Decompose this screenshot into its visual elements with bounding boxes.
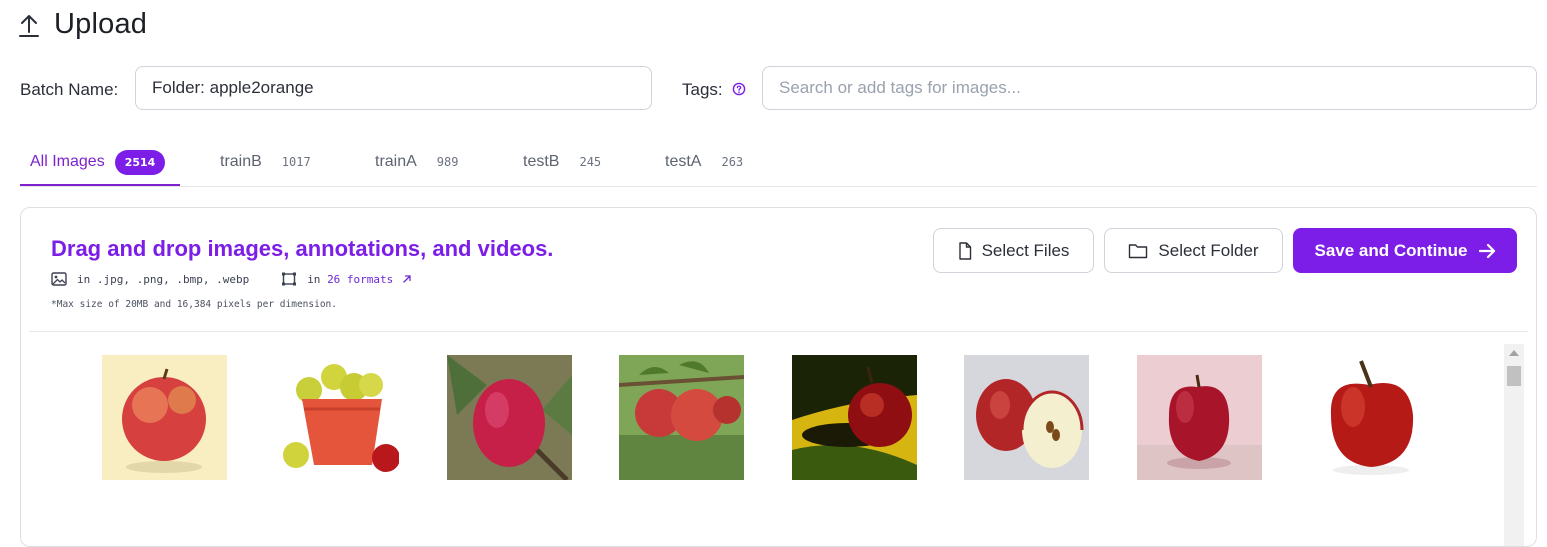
dropzone-panel[interactable]: Drag and drop images, annotations, and v… [20,207,1537,547]
max-size-note: *Max size of 20MB and 16,384 pixels per … [51,299,337,310]
thumbnail-apple-with-half[interactable] [964,355,1089,480]
select-files-label: Select Files [981,240,1070,260]
annotation-formats-prefix: in [307,272,321,286]
thumbnail-scrollbar[interactable] [1504,344,1524,546]
folder-tabs: All Images 2514 trainB 1017 trainA 989 t… [20,138,1537,187]
page-title: Upload [54,8,148,40]
file-icon [958,241,971,260]
annotation-formats-link[interactable]: 26 formats [327,273,393,286]
thumbnail-apple-on-yellow[interactable] [792,355,917,480]
tab-label: testB [523,153,560,170]
scrollbar-thumb[interactable] [1507,366,1521,386]
tab-testa[interactable]: testA 263 [665,138,743,186]
thumbnail-apple-on-cream[interactable] [102,355,227,480]
save-and-continue-button[interactable]: Save and Continue [1293,228,1517,273]
batch-name-label: Batch Name: [20,80,119,99]
image-icon [51,272,67,286]
active-tab-indicator [20,184,180,186]
tab-label: trainA [375,153,417,170]
tab-label: testA [665,153,702,170]
tab-all-images[interactable]: All Images 2514 [30,138,166,186]
tab-trainb[interactable]: trainB 1017 [220,138,311,186]
thumbnail-apple-on-branch[interactable] [447,355,572,480]
bounding-box-icon [282,272,297,286]
tab-count: 263 [721,155,744,169]
panel-divider [29,331,1528,332]
thumbnail-apple-on-pink[interactable] [1137,355,1262,480]
scroll-up-arrow[interactable] [1509,350,1519,356]
help-circle-icon[interactable] [732,82,746,96]
external-link-icon[interactable] [401,273,413,285]
arrow-right-icon [1478,243,1495,258]
save-and-continue-label: Save and Continue [1314,240,1468,260]
tab-count: 1017 [281,155,311,169]
tab-count: 245 [579,155,602,169]
tab-count-badge: 2514 [114,149,166,175]
supported-formats: in .jpg, .png, .bmp, .webp in 26 formats [51,272,423,286]
tags-search-input[interactable] [762,66,1537,110]
dropzone-title: Drag and drop images, annotations, and v… [51,236,554,261]
select-folder-button[interactable]: Select Folder [1104,228,1283,273]
tab-count: 989 [436,155,459,169]
image-formats-text: in .jpg, .png, .bmp, .webp [77,272,250,286]
select-folder-label: Select Folder [1158,240,1259,260]
batch-name-input[interactable] [135,66,652,110]
thumbnail-apple-on-white[interactable] [1309,355,1434,480]
select-files-button[interactable]: Select Files [933,228,1094,273]
upload-icon [19,14,39,37]
thumbnail-apples-on-tree[interactable] [619,355,744,480]
tab-label: trainB [220,153,262,170]
tags-label: Tags: [682,80,723,99]
thumbnail-basket-yellow-apples[interactable] [274,355,399,480]
tab-traina[interactable]: trainA 989 [375,138,458,186]
tab-label: All Images [30,153,105,170]
tab-testb[interactable]: testB 245 [523,138,601,186]
folder-icon [1129,243,1148,258]
page-header: Upload [18,8,147,41]
